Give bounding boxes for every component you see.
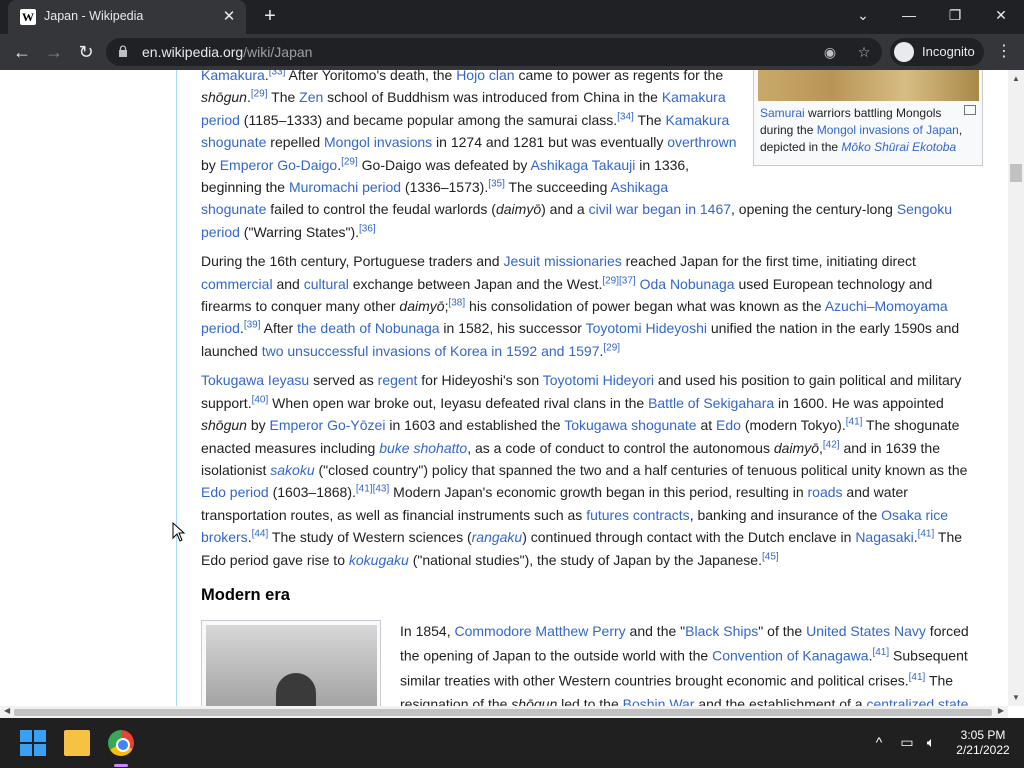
tab-search-icon[interactable]: ⌄ (840, 0, 886, 30)
page-viewport: Kamakura.[33] After Yoritomo's death, th… (0, 70, 1024, 718)
scroll-up-icon[interactable]: ▲ (1012, 74, 1020, 83)
link-overthrown[interactable]: overthrown (667, 134, 736, 150)
link-ashikaga-shogunate[interactable]: Ashikaga (611, 179, 669, 195)
incognito-badge[interactable]: Incognito (890, 38, 984, 66)
new-tab-button[interactable]: + (258, 4, 282, 28)
paragraph-modern-era: In 1854, Commodore Matthew Perry and the… (400, 623, 969, 712)
link-death-of-nobunaga[interactable]: the death of Nobunaga (297, 320, 439, 336)
samurai-image[interactable] (758, 70, 979, 101)
section-heading-modern-era: Modern era (201, 586, 290, 604)
browser-menu-icon[interactable]: ⋮ (994, 38, 1014, 66)
portrait-image[interactable] (206, 625, 377, 718)
perry-portrait-thumbnail (201, 620, 381, 718)
caption-link-samurai[interactable]: Samurai (760, 106, 805, 120)
link-kamakura-shogunate[interactable]: Kamakura shogunate (201, 112, 729, 150)
link-tokugawa-shogunate[interactable]: Tokugawa shogunate (564, 417, 696, 433)
link-hojo-clan[interactable]: Hojo clan (456, 70, 514, 83)
link-emperor-go-yozei[interactable]: Emperor Go-Yōzei (270, 417, 386, 433)
browser-toolbar: ← → ↻ en.wikipedia.org/wiki/Japan ◉ ☆ In… (0, 34, 1024, 70)
link-tokugawa-ieyasu[interactable]: Tokugawa Ieyasu (201, 372, 309, 388)
tab-close-icon[interactable]: ✕ (220, 8, 238, 26)
paragraph-tokugawa: Tokugawa Ieyasu served as regent for Hid… (201, 372, 968, 568)
link-black-ships[interactable]: Black Ships (685, 623, 758, 639)
link-futures-contracts[interactable]: futures contracts (586, 507, 690, 523)
link-invasions-of-korea[interactable]: two unsuccessful invasions of Korea in 1… (262, 343, 600, 359)
link-mongol-invasions[interactable]: Mongol invasions (324, 134, 432, 150)
link-battle-of-sekigahara[interactable]: Battle of Sekigahara (648, 395, 774, 411)
minimize-button[interactable]: — (886, 0, 932, 30)
link-emperor-go-daigo[interactable]: Emperor Go-Daigo (220, 157, 338, 173)
link-regent[interactable]: regent (378, 372, 418, 388)
vertical-scrollbar[interactable]: ▲ ▼ (1008, 70, 1024, 706)
link-nagasaki[interactable]: Nagasaki (855, 529, 913, 545)
scroll-right-icon[interactable]: ▶ (998, 706, 1004, 715)
clock-time: 3:05 PM (960, 728, 1006, 742)
link-commodore-matthew-perry[interactable]: Commodore Matthew Perry (455, 623, 626, 639)
samurai-thumbnail: Samurai warriors battling Mongols during… (753, 70, 983, 166)
link-ashikaga-takauji[interactable]: Ashikaga Takauji (531, 157, 636, 173)
link-ashikaga-shogunate-2[interactable]: shogunate (201, 201, 266, 217)
network-icon[interactable]: ▭ (898, 734, 916, 751)
tracking-blocked-eye-icon[interactable]: ◉ (820, 42, 840, 62)
clock-date: 2/21/2022 (956, 743, 1010, 757)
link-convention-of-kanagawa[interactable]: Convention of Kanagawa (712, 648, 868, 664)
incognito-icon (894, 42, 914, 62)
caption-link-mongol-invasions[interactable]: Mongol invasions of Japan (817, 123, 959, 137)
link-civil-war-1467[interactable]: civil war began in 1467 (589, 201, 731, 217)
chrome-icon[interactable] (108, 730, 134, 756)
url-text: en.wikipedia.org/wiki/Japan (142, 44, 313, 60)
link-sakoku[interactable]: sakoku (270, 462, 314, 478)
paragraph-kamakura: Kamakura.[33] After Yoritomo's death, th… (201, 70, 952, 243)
link-edo[interactable]: Edo (716, 417, 741, 433)
link-kamakura-period[interactable]: Kamakura period (201, 89, 726, 127)
close-window-button[interactable]: ✕ (978, 0, 1024, 30)
link-united-states-navy[interactable]: United States Navy (806, 623, 926, 639)
caption-link-moko-shurai-ekotoba[interactable]: Mōko Shūrai Ekotoba (841, 140, 956, 154)
link-toyotomi-hideyori[interactable]: Toyotomi Hideyori (543, 372, 654, 388)
incognito-label: Incognito (922, 44, 975, 59)
link-cultural[interactable]: cultural (304, 276, 349, 292)
link-toyotomi-hideyoshi[interactable]: Toyotomi Hideyoshi (586, 320, 707, 336)
wikipedia-favicon-icon: W (20, 9, 36, 25)
link-rangaku[interactable]: rangaku (472, 529, 523, 545)
link-kokugaku[interactable]: kokugaku (349, 552, 409, 568)
horizontal-scrollbar[interactable]: ◀ ▶ (0, 706, 1008, 718)
content-left-border (176, 70, 177, 706)
reload-icon[interactable]: ↻ (72, 38, 100, 66)
taskbar-clock[interactable]: 3:05 PM 2/21/2022 (950, 728, 1016, 758)
back-icon[interactable]: ← (8, 38, 36, 66)
show-hidden-icons-chevron-icon[interactable]: ^ (870, 734, 888, 750)
link-osaka-rice-brokers[interactable]: Osaka rice brokers (201, 507, 948, 545)
volume-icon[interactable]: 🔈︎ (922, 734, 940, 751)
start-windows-icon[interactable] (20, 730, 46, 756)
vertical-scroll-thumb[interactable] (1010, 164, 1022, 182)
link-jesuit-missionaries[interactable]: Jesuit missionaries (503, 253, 621, 269)
link-edo-period[interactable]: Edo period (201, 484, 269, 500)
lock-icon (119, 45, 127, 57)
restore-button[interactable]: ❐ (932, 0, 978, 30)
link-kamakura[interactable]: Kamakura (201, 70, 265, 83)
link-buke-shohatto[interactable]: buke shohatto (379, 440, 467, 456)
bookmark-star-icon[interactable]: ☆ (854, 42, 874, 62)
tab-strip: W Japan - Wikipedia ✕ + ⌄ — ❐ ✕ (0, 0, 1024, 34)
mouse-cursor-icon (172, 522, 186, 542)
scroll-down-icon[interactable]: ▼ (1012, 693, 1020, 702)
address-bar[interactable]: en.wikipedia.org/wiki/Japan ◉ ☆ (106, 38, 882, 66)
windows-taskbar: ^ ▭ 🔈︎ 3:05 PM 2/21/2022 (0, 718, 1024, 768)
link-oda-nobunaga[interactable]: Oda Nobunaga (640, 276, 735, 292)
link-commercial[interactable]: commercial (201, 276, 273, 292)
thumbnail-caption: Samurai warriors battling Mongols during… (760, 106, 963, 154)
tab-title: Japan - Wikipedia (44, 9, 144, 23)
horizontal-scroll-thumb[interactable] (14, 709, 992, 716)
scroll-left-icon[interactable]: ◀ (4, 706, 10, 715)
paragraph-16th-century: During the 16th century, Portuguese trad… (201, 253, 960, 359)
link-sengoku-period[interactable]: Sengoku period (201, 201, 952, 239)
tab-japan-wikipedia[interactable]: W Japan - Wikipedia ✕ (8, 0, 246, 34)
forward-icon[interactable]: → (40, 38, 68, 66)
link-zen[interactable]: Zen (299, 89, 323, 105)
chrome-active-indicator (114, 764, 128, 767)
link-roads[interactable]: roads (808, 484, 843, 500)
file-explorer-icon[interactable] (64, 730, 90, 756)
link-muromachi-period[interactable]: Muromachi period (289, 179, 401, 195)
